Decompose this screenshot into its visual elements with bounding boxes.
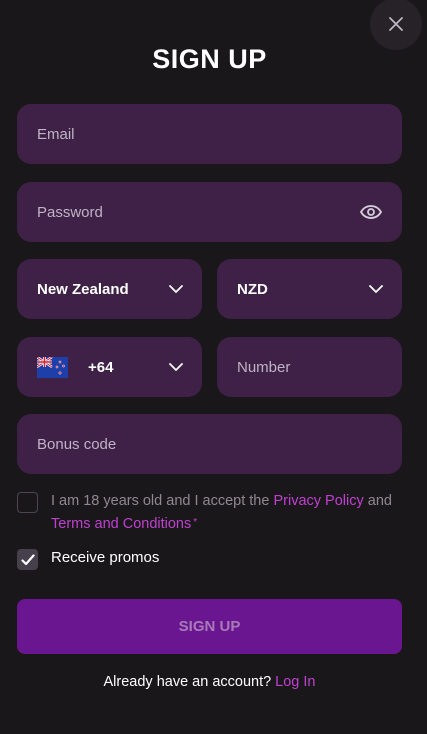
signup-button[interactable]: SIGN UP [17,599,402,654]
new-zealand-flag-icon [37,356,68,378]
bonus-code-placeholder: Bonus code [37,435,117,453]
password-field[interactable]: Password [17,182,402,242]
age-terms-checkbox[interactable] [17,492,38,513]
page-title: SIGN UP [152,44,267,74]
chevron-down-icon [369,285,383,293]
currency-value: NZD [237,280,268,298]
login-link[interactable]: Log In [275,674,315,690]
phone-code-select[interactable]: +64 [17,337,202,397]
email-placeholder: Email [37,125,75,143]
login-question: Already have an account? [103,674,272,690]
terms-conditions-link[interactable]: Terms and Conditions [51,516,191,532]
terms-and: and [367,493,392,509]
email-field[interactable]: Email [17,104,402,164]
bonus-code-field[interactable]: Bonus code [17,414,402,474]
checkmark-icon [20,553,35,565]
login-prompt: Already have an account? Log In [0,674,419,690]
signup-modal: SIGN UP Email Password New Zealand NZD +… [0,0,427,734]
phone-code-value: +64 [88,358,114,376]
country-value: New Zealand [37,280,129,298]
receive-promos-checkbox[interactable] [17,549,38,570]
password-placeholder: Password [37,203,103,221]
number-placeholder: Number [237,358,291,376]
close-button[interactable] [370,0,422,50]
receive-promos-label: Receive promos [51,549,160,566]
country-select[interactable]: New Zealand [17,259,202,319]
age-terms-label: I am 18 years old and I accept the Priva… [51,491,411,535]
eye-icon[interactable] [360,205,382,219]
chevron-down-icon [169,285,183,293]
chevron-down-icon [169,363,183,371]
privacy-policy-link[interactable]: Privacy Policy [273,493,363,509]
phone-number-field[interactable]: Number [217,337,402,397]
required-mark: * [193,517,198,528]
close-icon [389,17,403,31]
currency-select[interactable]: NZD [217,259,402,319]
terms-text: I am 18 years old and I accept the [51,493,270,509]
